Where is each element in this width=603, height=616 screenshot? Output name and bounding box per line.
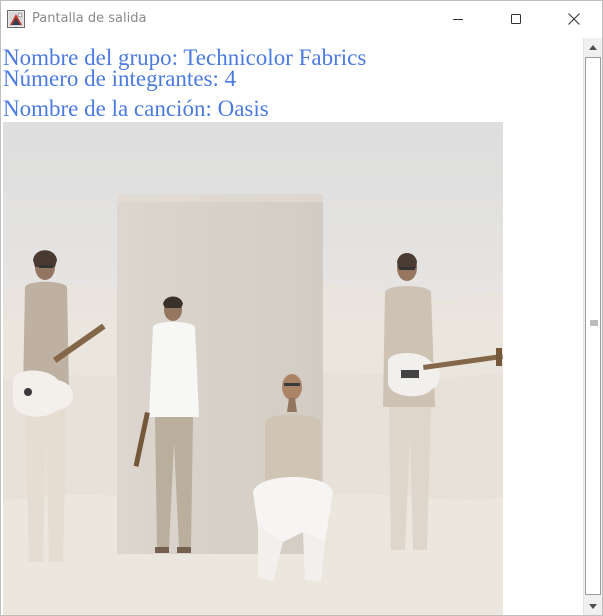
- window-title: Pantalla de salida: [32, 11, 147, 26]
- minimize-button[interactable]: [435, 1, 481, 37]
- scrollbar-thumb[interactable]: [585, 57, 601, 595]
- scroll-down-arrow-icon: [589, 603, 597, 609]
- scroll-down-button[interactable]: [584, 597, 602, 615]
- content-pane: Nombre del grupo: Technicolor Fabrics Nú…: [1, 38, 583, 615]
- member-count-label: Número de integrantes: 4: [3, 66, 237, 91]
- output-window: Pantalla de salida Nombre del grupo: Tec…: [0, 0, 603, 616]
- scroll-up-button[interactable]: [584, 38, 602, 56]
- maximize-button[interactable]: [493, 1, 539, 37]
- vertical-scrollbar[interactable]: [583, 38, 602, 615]
- close-button[interactable]: [551, 1, 597, 37]
- java-app-icon: [7, 10, 25, 28]
- scroll-up-arrow-icon: [589, 44, 597, 50]
- minimize-icon: [453, 19, 463, 20]
- title-bar[interactable]: Pantalla de salida: [1, 1, 602, 38]
- band-photo: [3, 122, 503, 615]
- maximize-icon: [511, 14, 521, 24]
- close-icon: [568, 13, 580, 25]
- song-name-label: Nombre de la canción: Oasis: [3, 96, 269, 121]
- grip-icon: [590, 320, 598, 326]
